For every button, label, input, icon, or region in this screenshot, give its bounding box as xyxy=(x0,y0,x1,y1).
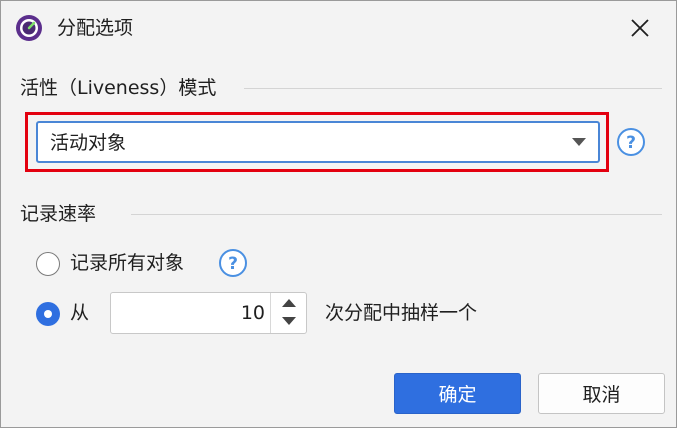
sample-rate-input[interactable] xyxy=(115,298,265,328)
spin-down-button[interactable] xyxy=(271,313,307,333)
ok-button[interactable]: 确定 xyxy=(394,373,521,414)
sample-prefix-label[interactable]: 从 xyxy=(70,300,89,326)
cancel-button[interactable]: 取消 xyxy=(538,373,665,414)
chevron-down-icon xyxy=(572,138,586,146)
chevron-up-icon xyxy=(282,299,296,307)
close-icon xyxy=(631,19,649,37)
sample-suffix-label: 次分配中抽样一个 xyxy=(325,302,478,324)
svg-text:?: ? xyxy=(626,133,636,153)
record-all-help-icon[interactable]: ? xyxy=(218,248,248,278)
liveness-section-label: 活性（Liveness）模式 xyxy=(20,77,217,99)
liveness-section-divider xyxy=(244,88,662,89)
allocation-options-dialog: 分配选项 活性（Liveness）模式 活动对象 ? 记录速率 记录所有对象 ?… xyxy=(0,0,677,428)
title-bar: 分配选项 xyxy=(1,1,676,55)
chevron-down-icon xyxy=(282,317,296,325)
close-button[interactable] xyxy=(617,9,663,47)
record-rate-section-label: 记录速率 xyxy=(20,203,97,225)
liveness-help-icon[interactable]: ? xyxy=(616,127,646,157)
record-rate-section-divider xyxy=(131,214,662,215)
record-all-label[interactable]: 记录所有对象 xyxy=(70,250,184,276)
app-gauge-icon xyxy=(16,15,42,41)
svg-text:?: ? xyxy=(228,254,238,274)
sample-rate-spinbox[interactable] xyxy=(110,292,307,334)
dialog-title: 分配选项 xyxy=(57,17,134,39)
liveness-mode-dropdown[interactable]: 活动对象 xyxy=(36,121,600,163)
spin-up-button[interactable] xyxy=(271,293,307,313)
record-all-radio[interactable] xyxy=(36,252,60,276)
liveness-mode-value: 活动对象 xyxy=(50,132,127,154)
sample-radio[interactable] xyxy=(36,302,60,326)
